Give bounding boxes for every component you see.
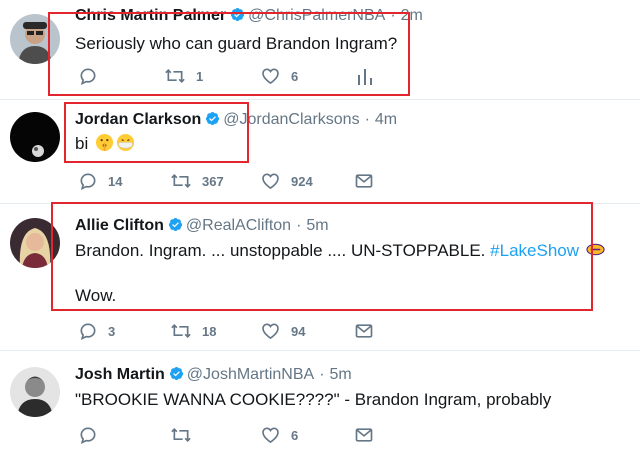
tweet-header: Josh Martin @JoshMartinNBA · 5m [75, 366, 352, 383]
direct-message-icon [355, 428, 373, 442]
tweet-header: Jordan Clarkson @JordanClarksons · 4m [75, 111, 398, 128]
heart-icon [262, 68, 279, 85]
reply-count: 14 [108, 173, 123, 189]
analytics-button[interactable] [356, 66, 374, 86]
tweet-text: bi [75, 133, 135, 155]
heart-icon [262, 323, 279, 340]
direct-message-icon [355, 324, 373, 338]
author-handle[interactable]: @JoshMartinNBA [187, 366, 314, 383]
like-count: 94 [291, 323, 306, 339]
author-handle[interactable]: @ChrisPalmerNBA [248, 7, 385, 24]
like-button[interactable]: 6 [260, 425, 298, 445]
reply-icon [80, 173, 96, 191]
like-button[interactable]: 6 [260, 66, 298, 86]
tweet-text: Seriously who can guard Brandon Ingram? [75, 34, 398, 53]
retweet-icon [171, 323, 191, 339]
tweet-text-line: Brandon. Ingram. ... unstoppable .... UN… [75, 241, 486, 260]
face-with-medical-mask-emoji [116, 133, 135, 152]
retweet-icon [171, 173, 191, 189]
author-name[interactable]: Josh Martin [75, 366, 165, 383]
timestamp[interactable]: 4m [375, 111, 397, 128]
like-count: 924 [291, 173, 313, 189]
like-button[interactable]: 94 [260, 321, 305, 341]
reply-icon [80, 427, 96, 445]
tweet-text: "BROOKIE WANNA COOKIE????" - Brandon Ing… [75, 390, 552, 409]
heart-icon [262, 427, 279, 444]
retweet-count: 1 [196, 68, 204, 84]
author-handle[interactable]: @RealAClifton [186, 217, 291, 234]
tweet-allie-clifton[interactable]: Allie Clifton @RealAClifton · 5m Brandon. I… [0, 202, 640, 350]
tweet-chris-palmer[interactable]: Chris Martin Palmer @ChrisPalmerNBA · 2m Se… [0, 0, 640, 100]
direct-message-button[interactable] [354, 425, 374, 445]
tweet-jordan-clarkson[interactable]: Jordan Clarkson @JordanClarksons · 4m bi 14… [0, 100, 640, 203]
avatar[interactable] [10, 367, 60, 417]
retweet-count: 18 [202, 323, 217, 339]
verified-badge-icon [169, 366, 183, 381]
author-name[interactable]: Allie Clifton [75, 217, 164, 234]
tweet-header: Chris Martin Palmer @ChrisPalmerNBA · 2m [75, 7, 423, 24]
reply-icon [80, 323, 96, 341]
author-name[interactable]: Jordan Clarkson [75, 111, 201, 128]
reply-button[interactable] [78, 425, 108, 445]
shushing-face-emoji [95, 133, 114, 152]
retweet-button[interactable] [170, 425, 202, 445]
lakers-hashflag-icon [586, 243, 605, 256]
retweet-icon [171, 427, 191, 443]
direct-message-button[interactable] [354, 171, 374, 191]
tweet-text-content: bi [75, 134, 89, 153]
avatar[interactable] [10, 14, 60, 64]
timestamp[interactable]: 5m [330, 366, 352, 383]
retweet-button[interactable]: 1 [164, 66, 203, 86]
retweet-count: 367 [202, 173, 224, 189]
verified-badge-icon [206, 111, 220, 126]
avatar[interactable] [10, 218, 60, 268]
reply-icon [80, 68, 96, 86]
reply-count: 3 [108, 323, 116, 339]
direct-message-button[interactable] [354, 321, 374, 341]
reply-button[interactable]: 14 [78, 171, 122, 191]
direct-message-icon [355, 174, 373, 188]
hashtag-link[interactable]: #LakeShow [490, 241, 579, 260]
like-count: 6 [291, 68, 299, 84]
reply-button[interactable] [78, 66, 108, 86]
reply-button[interactable]: 3 [78, 321, 115, 341]
timestamp[interactable]: 5m [306, 217, 328, 234]
tweet-josh-martin[interactable]: Josh Martin @JoshMartinNBA · 5m "BROOKIE WA… [0, 351, 640, 449]
author-handle[interactable]: @JordanClarksons [223, 111, 359, 128]
tweet-text: Brandon. Ingram. ... unstoppable .... UN… [75, 240, 605, 262]
retweet-button[interactable]: 367 [170, 171, 224, 191]
like-count: 6 [291, 427, 299, 443]
heart-icon [262, 173, 279, 190]
retweet-icon [165, 68, 185, 84]
like-button[interactable]: 924 [260, 171, 313, 191]
author-name[interactable]: Chris Martin Palmer [75, 7, 226, 24]
tweet-header: Allie Clifton @RealAClifton · 5m [75, 217, 329, 234]
retweet-button[interactable]: 18 [170, 321, 216, 341]
tweet-text-line-2: Wow. [75, 286, 117, 305]
timestamp[interactable]: 2m [401, 7, 423, 24]
verified-badge-icon [231, 7, 245, 22]
verified-badge-icon [168, 217, 182, 232]
avatar[interactable] [10, 112, 60, 162]
analytics-icon [358, 69, 372, 85]
